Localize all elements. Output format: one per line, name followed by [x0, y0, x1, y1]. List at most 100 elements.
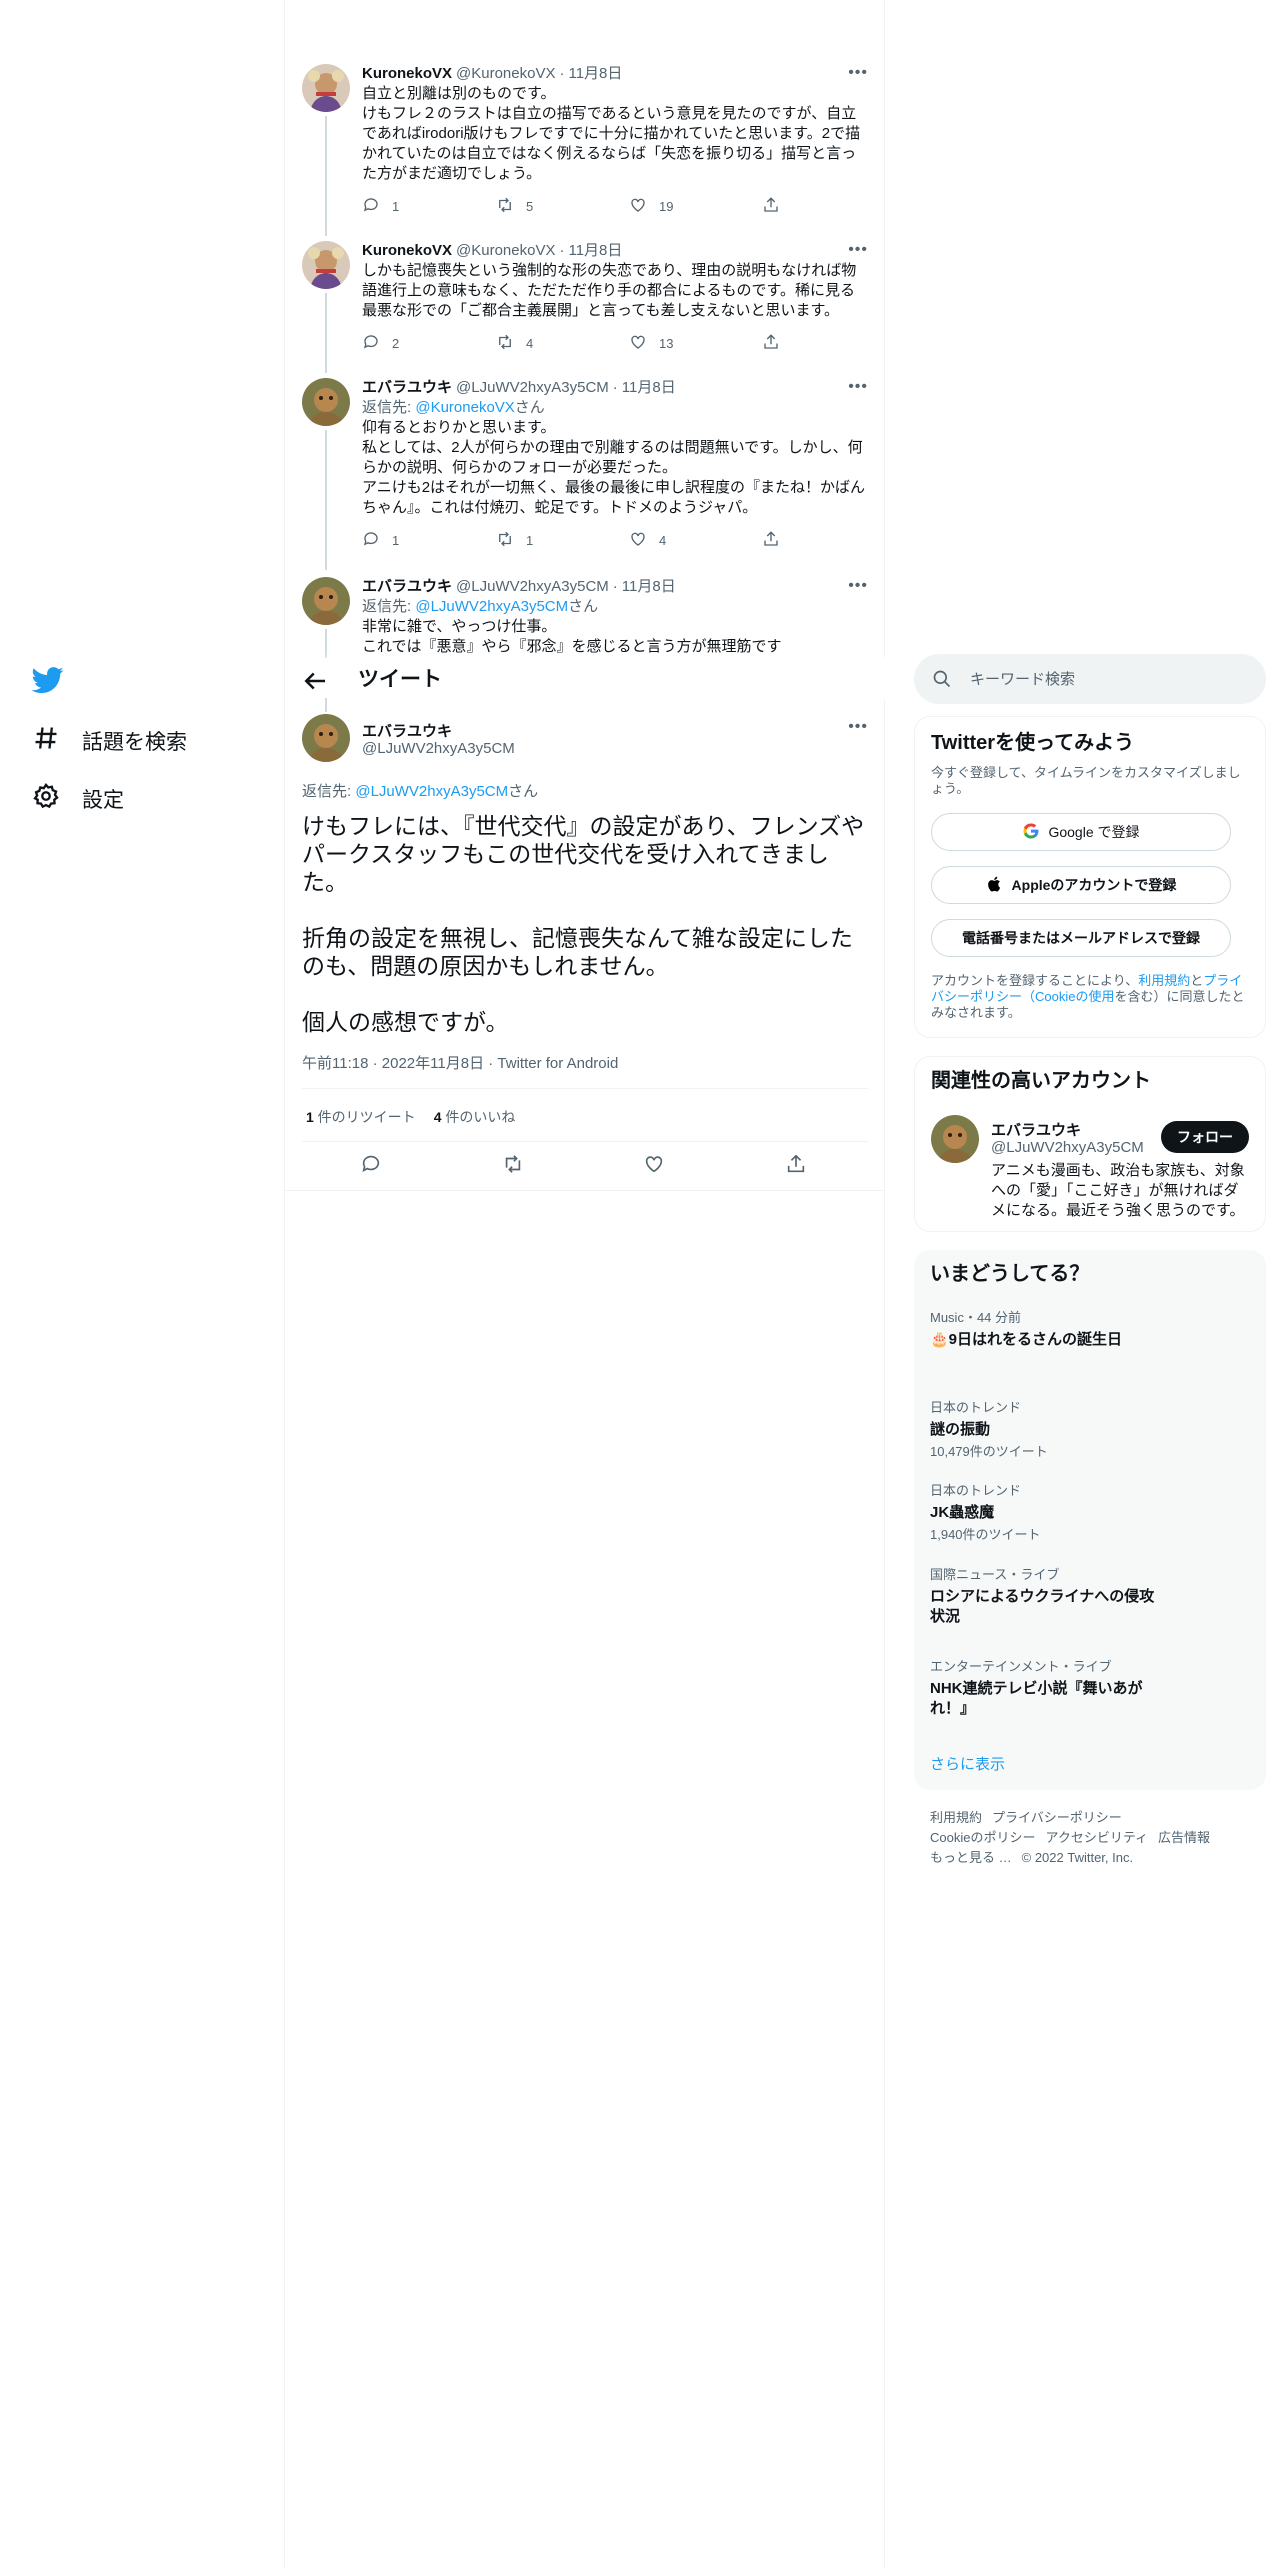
twitter-bird-icon[interactable]: [31, 664, 64, 696]
reply-to-link[interactable]: @LJuWV2hxyA3y5CM: [355, 783, 508, 800]
search-box[interactable]: [914, 654, 1266, 704]
author-handle[interactable]: @LJuWV2hxyA3y5CM: [456, 378, 609, 398]
footer-copyright: © 2022 Twitter, Inc.: [1021, 1850, 1134, 1865]
avatar[interactable]: [302, 378, 350, 426]
phone-signup-label: 電話番号またはメールアドレスで登録: [962, 930, 1200, 946]
retweet-button[interactable]: [502, 1153, 528, 1179]
back-arrow-icon[interactable]: [300, 666, 330, 696]
retweet-button[interactable]: 1: [496, 530, 533, 551]
share-button[interactable]: [785, 1153, 811, 1179]
more-options-icon[interactable]: •••: [848, 577, 868, 595]
trend-item[interactable]: エンターテインメント・ライブ NHK連続テレビ小説『舞いあがれ！』: [930, 1659, 1160, 1719]
thread-connector: [325, 430, 327, 570]
trend-item[interactable]: 国際ニュース・ライブ ロシアによるウクライナへの侵攻状況: [930, 1567, 1160, 1627]
nav-settings-label: 設定: [82, 789, 124, 812]
avatar[interactable]: [302, 241, 350, 289]
footer: 利用規約 プライバシーポリシー Cookieのポリシー アクセシビリティ 広告情報 も…: [930, 1808, 1260, 1868]
trend-title: NHK連続テレビ小説『舞いあがれ！』: [930, 1680, 1143, 1717]
trend-item[interactable]: 日本のトレンド JK蟲惑魔 1,940件のツイート: [930, 1483, 1250, 1543]
related-account-name[interactable]: エバラユウキ: [991, 1119, 1081, 1140]
trend-item[interactable]: Music・44 分前 🎂9日はれをるさんの誕生日: [930, 1310, 1250, 1350]
trend-category: Music・44 分前: [930, 1310, 1022, 1325]
signup-legal: アカウントを登録することにより、利用規約とプライバシーポリシー（Cookieの使…: [931, 973, 1253, 1021]
like-button[interactable]: 4: [629, 530, 666, 551]
share-button[interactable]: [762, 196, 780, 217]
author-name[interactable]: KuronekoVX: [362, 241, 452, 261]
reply-button[interactable]: [360, 1153, 386, 1179]
footer-cookie-link[interactable]: Cookieのポリシー: [930, 1830, 1035, 1845]
reply-to-prefix: 返信先:: [302, 783, 356, 800]
avatar[interactable]: [931, 1115, 979, 1163]
tweet-date[interactable]: 11月8日: [622, 577, 676, 597]
author-name[interactable]: KuronekoVX: [362, 64, 452, 84]
related-title: 関連性の高いアカウント: [931, 1070, 1151, 1092]
tweet-time[interactable]: 午前11:18: [302, 1055, 368, 1072]
author-handle[interactable]: @KuronekoVX: [456, 241, 555, 261]
more-options-icon[interactable]: •••: [848, 718, 868, 736]
tweet-date[interactable]: 11月8日: [568, 241, 622, 261]
footer-terms-link[interactable]: 利用規約: [930, 1810, 982, 1825]
terms-link[interactable]: 利用規約: [1138, 973, 1190, 988]
retweet-count: 4: [526, 336, 534, 351]
search-input[interactable]: [970, 654, 1250, 704]
author-handle[interactable]: @KuronekoVX: [456, 64, 555, 84]
retweet-button[interactable]: 4: [496, 333, 533, 354]
tweet-text: 自立と別離は別のものです。 けもフレ２のラストは自立の描写であるという意見を見た…: [362, 85, 861, 182]
tweet-date[interactable]: 11月8日: [568, 64, 622, 84]
reply-to-link[interactable]: @KuronekoVX: [415, 399, 514, 416]
reply-icon: [362, 530, 380, 551]
reply-button[interactable]: 1: [362, 196, 399, 217]
show-more-link[interactable]: さらに表示: [930, 1753, 1005, 1774]
like-button[interactable]: 19: [629, 196, 673, 217]
avatar[interactable]: [302, 577, 350, 625]
reply-button[interactable]: 1: [362, 530, 399, 551]
avatar[interactable]: [302, 714, 350, 762]
heart-icon: [629, 333, 647, 354]
more-options-icon[interactable]: •••: [848, 64, 868, 82]
thread-tweet[interactable]: エバラユウキ @LJuWV2hxyA3y5CM · 11月8日 ••• 返信先:…: [302, 577, 868, 658]
google-signup-button[interactable]: Google で登録: [931, 813, 1231, 851]
avatar[interactable]: [302, 64, 350, 112]
main-column: KuronekoVX @KuronekoVX · 11月8日 ••• 自立と別離…: [285, 0, 885, 2568]
like-stat[interactable]: 4 件のいいね: [434, 1107, 516, 1127]
like-button[interactable]: [643, 1153, 669, 1179]
author-handle[interactable]: @LJuWV2hxyA3y5CM: [456, 577, 609, 597]
share-button[interactable]: [762, 530, 780, 551]
reply-button[interactable]: 2: [362, 333, 399, 354]
footer-ads-link[interactable]: 広告情報: [1158, 1830, 1210, 1845]
tweet-date[interactable]: 11月8日: [622, 378, 676, 398]
more-options-icon[interactable]: •••: [848, 241, 868, 259]
tweet-source: Twitter for Android: [497, 1055, 619, 1072]
retweet-button[interactable]: 5: [496, 196, 533, 217]
author-handle[interactable]: @LJuWV2hxyA3y5CM: [362, 740, 515, 757]
phone-email-signup-button[interactable]: 電話番号またはメールアドレスで登録: [931, 919, 1231, 957]
apple-signup-button[interactable]: Appleのアカウントで登録: [931, 866, 1231, 904]
more-options-icon[interactable]: •••: [848, 378, 868, 396]
thread-tweet[interactable]: エバラユウキ @LJuWV2hxyA3y5CM · 11月8日 ••• 返信先:…: [302, 378, 868, 570]
tweet-date[interactable]: 2022年11月8日: [382, 1055, 484, 1072]
search-icon: [932, 669, 952, 689]
footer-accessibility-link[interactable]: アクセシビリティ: [1045, 1830, 1148, 1845]
author-name[interactable]: エバラユウキ: [362, 577, 452, 597]
retweet-stat[interactable]: 1 件のリツイート: [306, 1107, 416, 1127]
footer-privacy-link[interactable]: プライバシーポリシー: [992, 1810, 1122, 1825]
gear-icon: [32, 782, 60, 816]
like-count: 4: [659, 533, 667, 548]
nav-settings[interactable]: 設定: [32, 782, 124, 816]
divider: [302, 1141, 868, 1142]
thread-tweet[interactable]: KuronekoVX @KuronekoVX · 11月8日 ••• しかも記憶…: [302, 241, 868, 373]
author-name[interactable]: エバラユウキ: [362, 378, 452, 398]
thread-tweet[interactable]: KuronekoVX @KuronekoVX · 11月8日 ••• 自立と別離…: [302, 64, 868, 236]
footer-more-link[interactable]: もっと見る …: [930, 1850, 1012, 1865]
like-button[interactable]: 13: [629, 333, 673, 354]
follow-button[interactable]: フォロー: [1161, 1121, 1249, 1153]
tweet-actions: 1 1 4: [362, 530, 868, 550]
trend-item[interactable]: 日本のトレンド 謎の振動 10,479件のツイート: [930, 1400, 1250, 1460]
related-account-handle[interactable]: @LJuWV2hxyA3y5CM: [991, 1139, 1144, 1156]
nav-explore[interactable]: 話題を検索: [32, 724, 187, 758]
reply-to-link[interactable]: @LJuWV2hxyA3y5CM: [415, 598, 568, 615]
left-navigation: 話題を検索 設定: [0, 0, 285, 2568]
trend-count: 10,479件のツイート: [930, 1444, 1048, 1459]
author-name[interactable]: エバラユウキ: [362, 720, 452, 741]
share-button[interactable]: [762, 333, 780, 354]
